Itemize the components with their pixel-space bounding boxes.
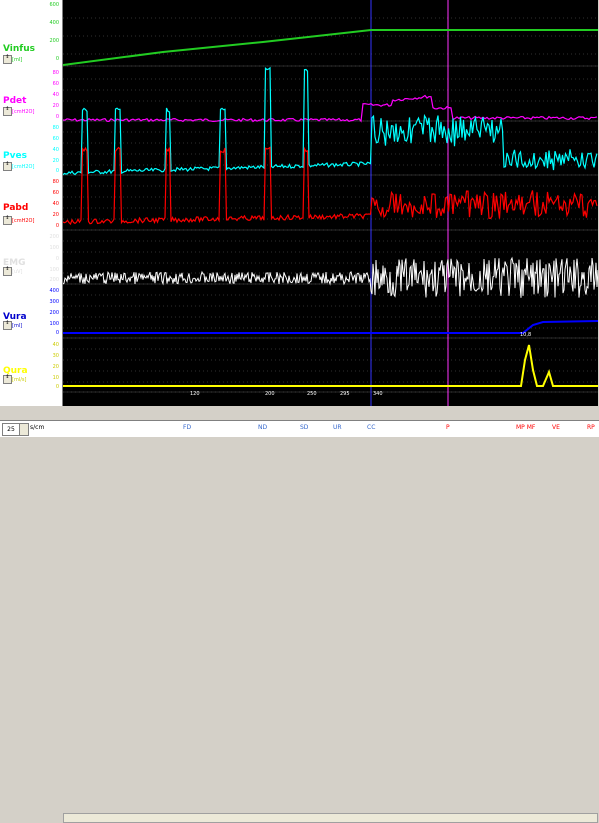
- tick: 40: [52, 201, 59, 207]
- trace-canvas: [63, 0, 598, 406]
- tick: 200: [49, 277, 59, 283]
- event-label[interactable]: RP: [587, 424, 595, 431]
- channel-unit: [cmH2O]: [12, 218, 35, 224]
- event-label[interactable]: MP MF: [516, 424, 535, 431]
- tick: 30: [52, 353, 59, 359]
- volume-marker: 340: [373, 391, 383, 397]
- tick: 40: [52, 342, 59, 348]
- scroll-bar-area: [0, 406, 599, 823]
- flow-peak-label: 10,8: [520, 332, 532, 338]
- volume-marker: 250: [307, 391, 317, 397]
- scale-spinner[interactable]: ⇕: [3, 321, 12, 330]
- speed-spinner[interactable]: [19, 423, 29, 436]
- tick: 0: [55, 168, 59, 174]
- emg-trace: [63, 256, 598, 298]
- qura-trace: [63, 344, 598, 387]
- event-label[interactable]: P: [446, 424, 450, 431]
- speed-field[interactable]: 25: [2, 423, 20, 436]
- event-label[interactable]: SD: [300, 424, 308, 431]
- scale-spinner[interactable]: ⇕: [3, 375, 12, 384]
- tick: 60: [52, 190, 59, 196]
- tick: 80: [52, 179, 59, 185]
- event-label[interactable]: VE: [552, 424, 560, 431]
- channel-unit: [cmH2O]: [12, 109, 35, 115]
- pdet-trace: [63, 94, 598, 123]
- vinfus-trace: [63, 29, 598, 66]
- volume-marker: 120: [190, 391, 200, 397]
- channel-pves: 80 60 40 20 0 Pves ⇕ [cmH2O]: [0, 121, 62, 175]
- tick: 80: [52, 70, 59, 76]
- vura-trace: [63, 320, 598, 334]
- channel-name: Vinfus: [3, 44, 35, 54]
- tick: 0: [55, 384, 59, 390]
- volume-marker: 200: [265, 391, 275, 397]
- channel-unit: [ml/s]: [12, 377, 27, 383]
- tick: 0: [55, 114, 59, 120]
- scale-spinner[interactable]: ⇕: [3, 216, 12, 225]
- tick: 100: [49, 321, 59, 327]
- scale-spinner[interactable]: ⇕: [3, 162, 12, 171]
- tick: 0: [55, 330, 59, 336]
- scale-spinner[interactable]: ⇕: [3, 55, 12, 64]
- tick: 200: [49, 234, 59, 240]
- event-label[interactable]: FD: [183, 424, 191, 431]
- event-label[interactable]: UR: [333, 424, 342, 431]
- event-label[interactable]: CC: [367, 424, 375, 431]
- channel-panel: 600 400 200 0 Vinfus ⇕ [ml] 80 60 40 20 …: [0, 0, 63, 406]
- channel-name: Pdet: [3, 96, 27, 106]
- tick: 40: [52, 147, 59, 153]
- tick: 0: [55, 256, 59, 262]
- tick: 100: [49, 245, 59, 251]
- tick: 20: [52, 364, 59, 370]
- channel-unit: [ml]: [12, 57, 23, 63]
- tick: 400: [49, 288, 59, 294]
- channel-unit: [ml]: [12, 323, 23, 329]
- tick: 40: [52, 92, 59, 98]
- speed-unit: s/cm: [30, 424, 45, 431]
- tick: 60: [52, 136, 59, 142]
- tick: 20: [52, 158, 59, 164]
- tick: 400: [49, 20, 59, 26]
- channel-pdet: 80 60 40 20 0 Pdet ⇕ [cmH2O]: [0, 66, 62, 121]
- channel-name: Pabd: [3, 203, 29, 213]
- channel-name: Pves: [3, 151, 27, 161]
- tick: 20: [52, 212, 59, 218]
- channel-unit: [cmH2O]: [12, 164, 35, 170]
- tick: 300: [49, 299, 59, 305]
- horizontal-scrollbar[interactable]: [63, 813, 598, 823]
- scale-spinner[interactable]: ⇕: [3, 267, 12, 276]
- tick: 600: [49, 2, 59, 8]
- scale-spinner[interactable]: ⇕: [3, 107, 12, 116]
- tick: 200: [49, 38, 59, 44]
- event-label[interactable]: ND: [258, 424, 267, 431]
- volume-marker: 295: [340, 391, 350, 397]
- tick: 0: [55, 223, 59, 229]
- channel-unit: [uV]: [12, 269, 23, 275]
- tick: 0: [55, 56, 59, 62]
- channel-vinfus: 600 400 200 0 Vinfus ⇕ [ml]: [0, 0, 62, 66]
- channel-vura: 400 300 200 100 0 Vura ⇕ [ml]: [0, 284, 62, 338]
- channel-emg: 200 100 0 100 200 EMG ⇕ [uV]: [0, 230, 62, 284]
- tick: 100: [49, 267, 59, 273]
- channel-qura: 40 30 20 10 0 Qura ⇕ [ml/s]: [0, 338, 62, 392]
- tick: 10: [52, 375, 59, 381]
- tick: 200: [49, 310, 59, 316]
- trace-plot-area[interactable]: [63, 0, 598, 406]
- tick: 20: [52, 103, 59, 109]
- channel-pabd: 80 60 40 20 0 Pabd ⇕ [cmH2O]: [0, 175, 62, 230]
- tick: 80: [52, 125, 59, 131]
- tick: 60: [52, 81, 59, 87]
